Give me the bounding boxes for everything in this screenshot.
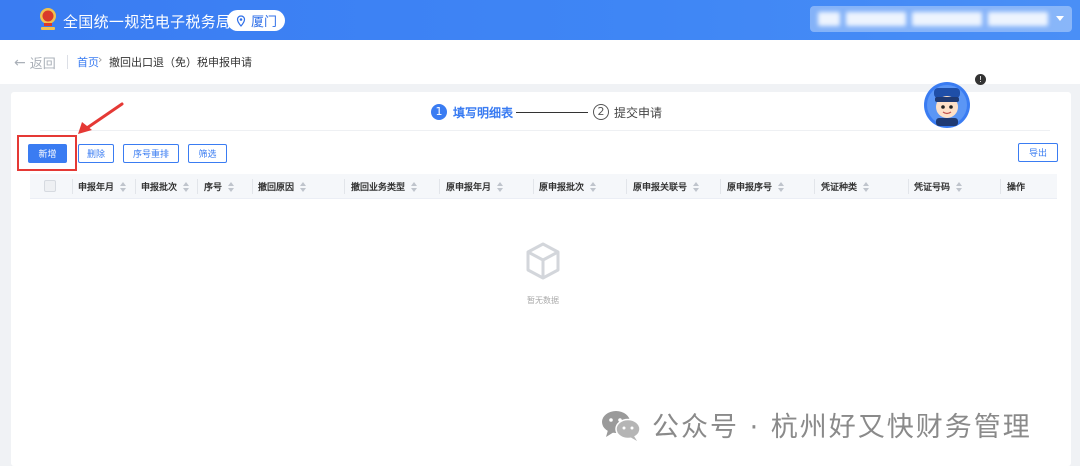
back-label: 返回 bbox=[29, 57, 56, 72]
sort-icon[interactable] bbox=[863, 181, 870, 192]
watermark: 公众号 · 杭州好又快财务管理 bbox=[600, 405, 1032, 444]
column-header[interactable]: 撤回原因 bbox=[258, 174, 307, 199]
step-2-label: 提交申请 bbox=[614, 106, 663, 120]
sort-icon[interactable] bbox=[300, 181, 307, 192]
user-id-blurred bbox=[988, 12, 1048, 26]
site-title: 全国统一规范电子税务局 bbox=[63, 13, 232, 31]
sort-icon[interactable] bbox=[411, 181, 418, 192]
arrow-left-icon: ← bbox=[14, 54, 26, 71]
column-header[interactable]: 原申报关联号 bbox=[633, 174, 700, 199]
column-header[interactable]: 原申报批次 bbox=[539, 174, 597, 199]
tax-emblem-icon bbox=[40, 8, 56, 30]
filter-button[interactable]: 筛选 bbox=[188, 144, 227, 163]
pointer-arrow-icon bbox=[78, 102, 124, 134]
wechat-icon bbox=[602, 410, 641, 441]
sort-icon[interactable] bbox=[120, 181, 127, 192]
column-header[interactable]: 原申报序号 bbox=[727, 174, 785, 199]
delete-button[interactable]: 删除 bbox=[78, 144, 114, 163]
user-account-dropdown[interactable] bbox=[810, 6, 1072, 32]
top-header: 全国统一规范电子税务局 厦门 bbox=[0, 0, 1080, 40]
select-all-checkbox[interactable] bbox=[44, 180, 56, 192]
sort-icon[interactable] bbox=[778, 181, 785, 192]
column-header[interactable]: 凭证号码 bbox=[914, 174, 963, 199]
reorder-button[interactable]: 序号重排 bbox=[123, 144, 179, 163]
chevron-down-icon bbox=[1056, 16, 1064, 21]
user-company-blurred bbox=[912, 12, 982, 26]
back-button[interactable]: ← 返回 bbox=[14, 53, 56, 73]
column-header[interactable]: 原申报年月 bbox=[446, 174, 504, 199]
sort-icon[interactable] bbox=[228, 181, 235, 192]
location-pin-icon bbox=[236, 14, 246, 27]
breadcrumb-bar: ← 返回 首页 › 撤回出口退（免）税申报申请 bbox=[0, 40, 1080, 84]
breadcrumb-separator: › bbox=[98, 53, 103, 66]
sort-icon[interactable] bbox=[497, 181, 504, 192]
column-header[interactable]: 凭证种类 bbox=[821, 174, 870, 199]
column-header[interactable]: 撤回业务类型 bbox=[351, 174, 418, 199]
step-1-label: 填写明细表 bbox=[453, 106, 514, 120]
watermark-text: 公众号 · 杭州好又快财务管理 bbox=[652, 412, 1032, 443]
mascot-notice-badge[interactable]: ! bbox=[975, 74, 986, 85]
empty-box-icon bbox=[526, 242, 560, 280]
steps-divider bbox=[40, 130, 1050, 131]
city-name: 厦门 bbox=[250, 15, 277, 30]
add-button-highlight bbox=[17, 135, 77, 171]
table-header: 申报年月 申报批次 序号 撤回原因 撤回业务类型 原申报年月 原申报批次 原申报… bbox=[30, 174, 1057, 199]
breadcrumb-current: 撤回出口退（免）税申报申请 bbox=[109, 56, 252, 69]
column-header[interactable]: 序号 bbox=[204, 174, 235, 199]
sort-icon[interactable] bbox=[693, 181, 700, 192]
step-1-number: 1 bbox=[431, 104, 447, 120]
assistant-mascot-icon[interactable] bbox=[922, 80, 972, 130]
column-header: 操作 bbox=[1007, 183, 1026, 193]
column-header[interactable]: 申报批次 bbox=[141, 174, 190, 199]
sort-icon[interactable] bbox=[956, 181, 963, 192]
column-header[interactable]: 申报年月 bbox=[78, 174, 127, 199]
sort-icon[interactable] bbox=[183, 181, 190, 192]
user-avatar-blurred bbox=[818, 12, 840, 26]
city-selector[interactable]: 厦门 bbox=[227, 10, 285, 31]
empty-state-text: 暂无数据 bbox=[527, 296, 559, 305]
breadcrumb-divider bbox=[67, 55, 68, 69]
export-button[interactable]: 导出 bbox=[1018, 143, 1058, 162]
sort-icon[interactable] bbox=[590, 181, 597, 192]
step-2-number: 2 bbox=[593, 104, 609, 120]
user-name-blurred bbox=[846, 12, 906, 26]
breadcrumb-home-link[interactable]: 首页 bbox=[77, 54, 99, 70]
step-connector bbox=[516, 112, 588, 113]
